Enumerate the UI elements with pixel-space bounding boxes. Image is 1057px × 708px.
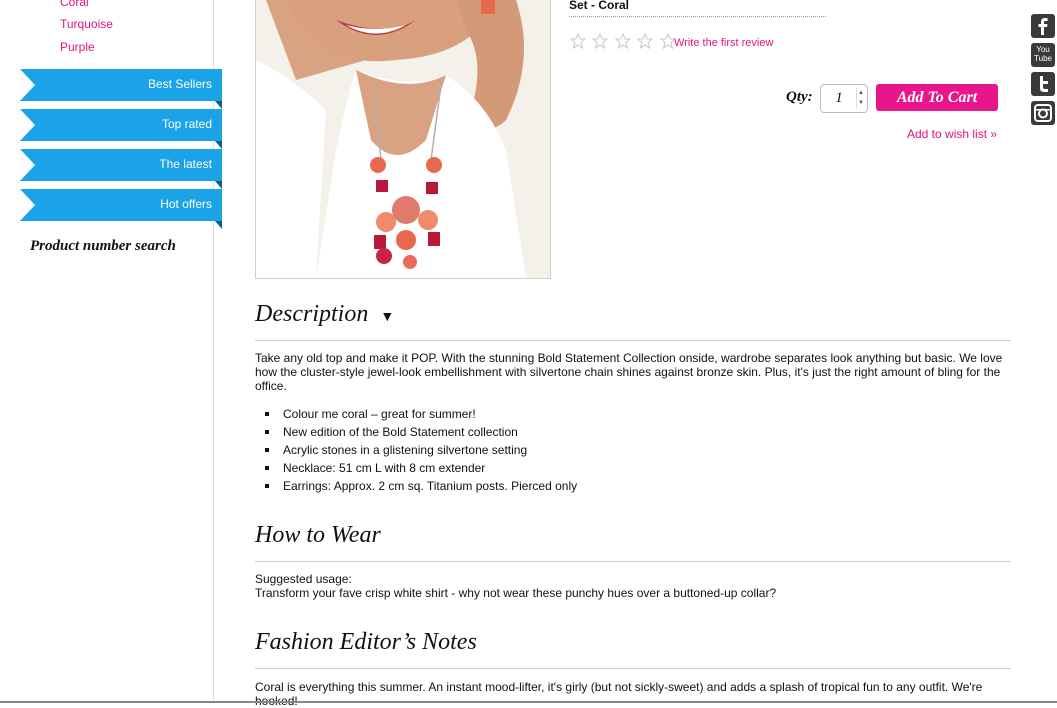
list-item-text: Earrings: Approx. 2 cm sq. Titanium post… bbox=[283, 479, 578, 493]
editor-notes-heading: Fashion Editor’s Notes bbox=[255, 629, 477, 655]
star-icon bbox=[637, 33, 654, 49]
list-item-text: Acrylic stones in a glistening silverton… bbox=[283, 443, 528, 457]
ribbon-fold bbox=[215, 101, 222, 109]
stepper-up-icon[interactable]: ▲ bbox=[858, 90, 864, 96]
instagram-icon[interactable] bbox=[1031, 101, 1055, 125]
bullet-icon bbox=[265, 430, 269, 434]
list-item-text: Necklace: 51 cm L with 8 cm extender bbox=[283, 461, 486, 475]
add-to-cart-button[interactable]: Add To Cart bbox=[876, 84, 998, 111]
rating-stars[interactable] bbox=[570, 33, 678, 54]
description-title: Description bbox=[255, 301, 369, 327]
description-text: Take any old top and make it POP. With t… bbox=[255, 351, 1003, 393]
facebook-icon[interactable] bbox=[1031, 14, 1055, 38]
ribbon-fold bbox=[215, 141, 222, 149]
write-review-link[interactable]: Write the first review bbox=[674, 37, 773, 49]
ribbon-fold bbox=[215, 221, 222, 229]
bullet-icon bbox=[265, 484, 269, 488]
product-name: Set - Coral bbox=[569, 0, 630, 12]
youtube-icon[interactable]: You Tube bbox=[1031, 43, 1055, 67]
ribbon-label: The latest bbox=[159, 157, 212, 171]
best-sellers-button[interactable]: Best Sellers bbox=[20, 69, 222, 101]
list-item-text: New edition of the Bold Statement collec… bbox=[283, 425, 518, 439]
add-to-wishlist-link[interactable]: Add to wish list » bbox=[907, 127, 997, 141]
hot-offers-button[interactable]: Hot offers bbox=[20, 189, 222, 221]
ribbon-label: Best Sellers bbox=[147, 77, 212, 91]
color-link-turquoise[interactable]: Turquoise bbox=[60, 17, 113, 31]
star-icon bbox=[614, 33, 631, 49]
how-to-wear-text: Transform your fave crisp white shirt - … bbox=[255, 586, 777, 600]
bullet-icon bbox=[265, 448, 269, 452]
ribbon-label: Hot offers bbox=[160, 197, 212, 211]
qty-input[interactable]: 1 ▲ ▼ bbox=[820, 84, 868, 113]
product-number-search-heading: Product number search bbox=[30, 238, 176, 254]
star-icon bbox=[592, 33, 609, 49]
list-item: Colour me coral – great for summer! bbox=[263, 405, 577, 423]
qty-value[interactable]: 1 bbox=[821, 90, 857, 107]
divider bbox=[569, 16, 826, 17]
list-item: Acrylic stones in a glistening silverton… bbox=[263, 441, 577, 459]
model-illustration bbox=[256, 0, 550, 278]
stepper-down-icon[interactable]: ▼ bbox=[858, 100, 864, 106]
editor-notes-text: Coral is everything this summer. An inst… bbox=[255, 680, 983, 708]
toggle-down-icon[interactable]: ▼ bbox=[380, 310, 394, 325]
divider bbox=[255, 561, 1011, 562]
youtube-text-bottom: Tube bbox=[1034, 54, 1052, 63]
how-to-wear-heading: How to Wear bbox=[255, 522, 381, 548]
description-bullets: Colour me coral – great for summer! New … bbox=[263, 405, 577, 495]
how-to-wear-label: Suggested usage: bbox=[255, 572, 352, 586]
bullet-icon bbox=[265, 412, 269, 416]
color-link-purple[interactable]: Purple bbox=[60, 40, 95, 54]
list-item: Earrings: Approx. 2 cm sq. Titanium post… bbox=[263, 477, 577, 495]
star-icon bbox=[570, 33, 586, 49]
the-latest-button[interactable]: The latest bbox=[20, 149, 222, 181]
list-item: New edition of the Bold Statement collec… bbox=[263, 423, 577, 441]
description-heading[interactable]: Description ▼ bbox=[255, 301, 394, 328]
list-item-text: Colour me coral – great for summer! bbox=[283, 407, 476, 421]
sidebar: Coral Turquoise Purple Best Sellers Top … bbox=[0, 0, 222, 703]
qty-label: Qty: bbox=[786, 89, 813, 105]
youtube-text-top: You bbox=[1036, 45, 1050, 54]
top-rated-button[interactable]: Top rated bbox=[20, 109, 222, 141]
bullet-icon bbox=[265, 466, 269, 470]
divider bbox=[255, 668, 1011, 669]
list-item: Necklace: 51 cm L with 8 cm extender bbox=[263, 459, 577, 477]
product-image[interactable] bbox=[255, 0, 551, 279]
qty-stepper[interactable]: ▲ ▼ bbox=[856, 87, 866, 109]
ribbon-label: Top rated bbox=[161, 117, 212, 131]
twitter-icon[interactable] bbox=[1031, 72, 1055, 96]
color-link-coral[interactable]: Coral bbox=[60, 0, 89, 9]
divider bbox=[255, 340, 1011, 341]
ribbon-fold bbox=[215, 181, 222, 189]
